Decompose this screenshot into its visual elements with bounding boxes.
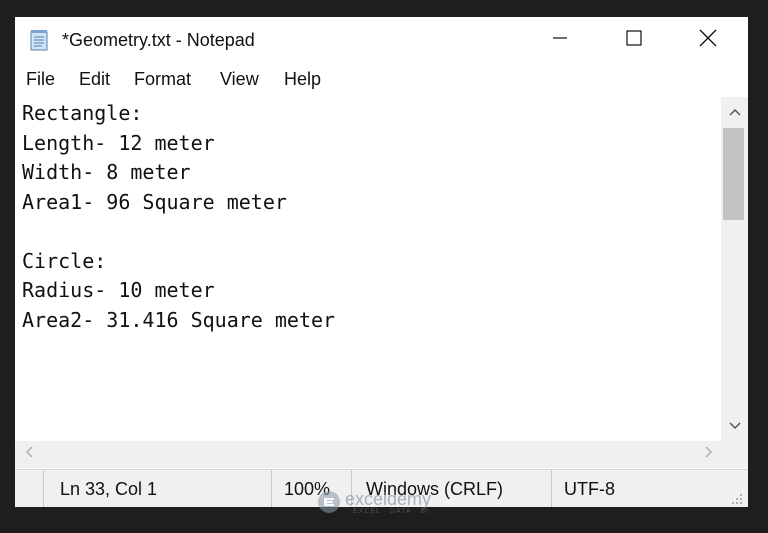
text-editor[interactable]: Rectangle: Length- 12 meter Width- 8 met…	[15, 97, 721, 441]
text-line: Length- 12 meter	[22, 131, 215, 155]
title-bar[interactable]: *Geometry.txt - Notepad	[15, 17, 748, 63]
maximize-button[interactable]	[603, 17, 665, 63]
exceldemy-logo-icon	[317, 490, 341, 519]
text-line: Rectangle:	[22, 101, 143, 125]
chevron-right-icon	[704, 445, 713, 463]
close-icon	[699, 29, 717, 52]
status-encoding: UTF-8	[551, 470, 722, 507]
text-line: Radius- 10 meter	[22, 278, 215, 302]
exceldemy-watermark: exceldemy EXCEL · DATA · BI	[313, 486, 455, 518]
menu-help[interactable]: Help	[284, 69, 321, 90]
scrollbar-corner	[721, 441, 748, 468]
text-line: Area2- 31.416 Square meter	[22, 308, 336, 332]
resize-grip-icon[interactable]	[731, 492, 743, 510]
encoding: UTF-8	[564, 479, 615, 499]
vertical-scrollbar[interactable]	[721, 97, 748, 441]
window-title: *Geometry.txt - Notepad	[62, 30, 255, 50]
watermark-name: exceldemy	[345, 489, 432, 509]
minimize-button[interactable]	[529, 17, 591, 63]
notepad-window: *Geometry.txt - Notepad File Edit Format…	[15, 17, 748, 507]
chevron-left-icon	[25, 445, 33, 463]
text-line: Area1- 96 Square meter	[22, 190, 287, 214]
menu-bar: File Edit Format View Help	[15, 67, 748, 95]
close-button[interactable]	[677, 17, 739, 63]
scroll-left-button[interactable]	[15, 443, 42, 465]
scroll-up-button[interactable]	[721, 101, 748, 123]
vertical-scroll-thumb[interactable]	[723, 128, 744, 220]
cursor-position: Ln 33, Col 1	[60, 479, 158, 499]
horizontal-scrollbar[interactable]	[15, 441, 721, 468]
notepad-icon	[28, 29, 50, 51]
status-position: Ln 33, Col 1	[43, 470, 272, 507]
menu-edit[interactable]: Edit	[79, 69, 110, 90]
menu-file[interactable]: File	[26, 69, 55, 90]
text-line: Circle:	[22, 249, 107, 273]
maximize-icon	[626, 29, 642, 51]
text-line: Width- 8 meter	[22, 160, 191, 184]
chevron-down-icon	[728, 417, 741, 435]
menu-view[interactable]: View	[220, 69, 259, 90]
menu-format[interactable]: Format	[134, 69, 191, 90]
scroll-down-button[interactable]	[721, 415, 748, 437]
minimize-icon	[552, 30, 568, 51]
watermark-tagline: EXCEL · DATA · BI	[353, 508, 429, 515]
chevron-up-icon	[728, 103, 741, 121]
scroll-right-button[interactable]	[695, 443, 722, 465]
